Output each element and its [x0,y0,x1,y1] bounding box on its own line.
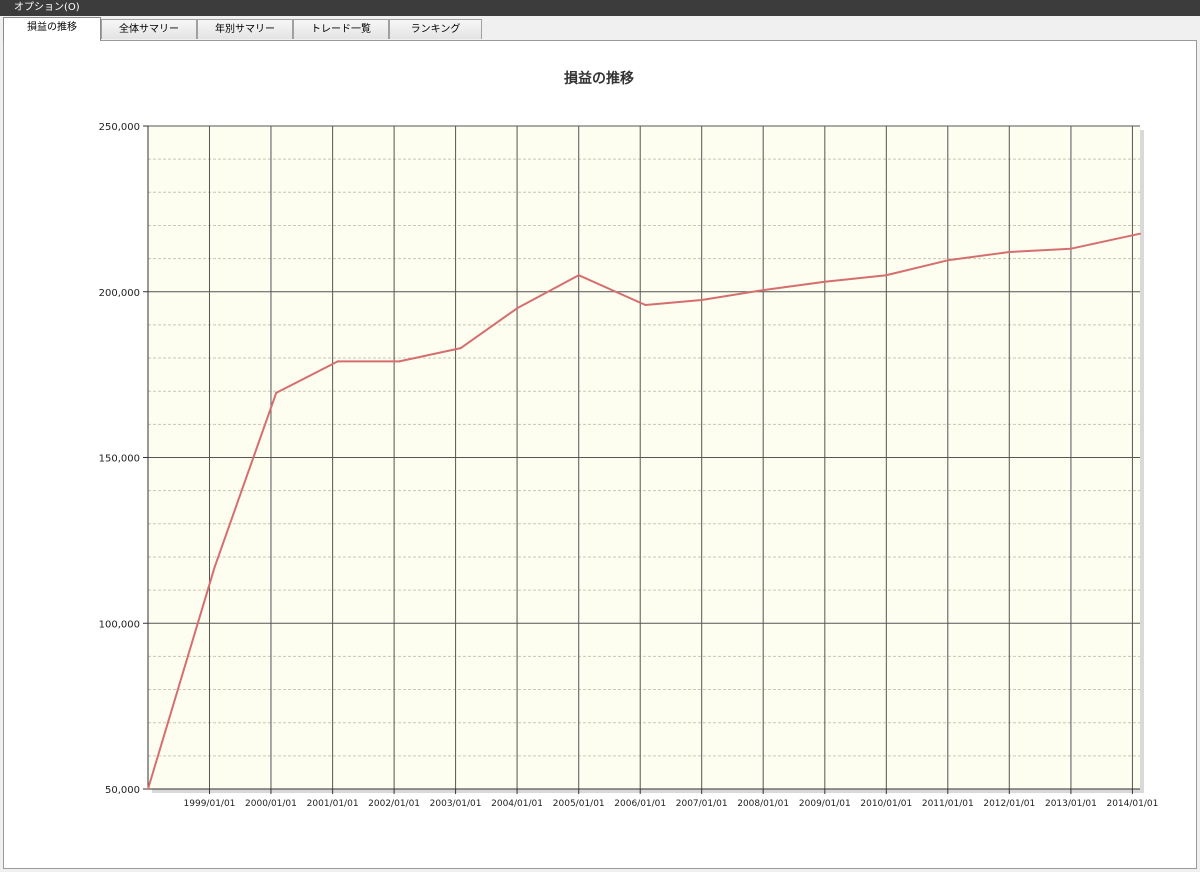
menu-bar: オプション(O) [0,0,1200,16]
data-point [946,259,949,262]
data-point [762,289,765,292]
y-tick-label: 200,000 [99,288,140,299]
x-tick-label: 2008/01/01 [737,799,789,809]
data-point [1008,250,1011,253]
menu-options[interactable]: オプション(O) [14,0,80,16]
x-tick-label: 1999/01/01 [184,799,236,809]
plot-area: 50,000 100,000 150,000 200,000 250,000 1999/0… [99,122,1159,809]
data-point [1139,232,1141,235]
tab-ranking[interactable]: ランキング [389,19,482,39]
x-tick-label: 2001/01/01 [307,799,359,809]
x-tick-label: 2004/01/01 [491,799,543,809]
x-tick-label: 2012/01/01 [983,799,1035,809]
data-point [147,788,149,790]
x-tick-label: 2002/01/01 [368,799,420,809]
x-tick-label: 2005/01/01 [553,799,605,809]
tab-yearly-summary[interactable]: 年別サマリー [197,19,293,39]
data-point [275,391,278,394]
y-tick-label: 150,000 [99,454,140,465]
data-point [885,274,888,277]
data-point [398,360,401,363]
x-tick-label: 2014/01/01 [1106,799,1158,809]
data-point [459,347,462,350]
x-tick-label: 2006/01/01 [614,799,666,809]
tab-trade-list[interactable]: トレード一覧 [293,19,389,39]
x-tick-label: 2010/01/01 [860,799,912,809]
data-point [577,274,580,277]
data-point [213,565,216,568]
x-tick-label: 2013/01/01 [1045,799,1097,809]
tab-strip: 損益の推移 全体サマリー 年別サマリー トレード一覧 ランキング [0,16,1200,41]
y-tick-label: 250,000 [99,122,140,133]
x-tick-label: 2009/01/01 [799,799,851,809]
tab-overall-summary[interactable]: 全体サマリー [101,19,197,39]
x-tick-label: 2011/01/01 [922,799,974,809]
data-point [823,280,826,283]
data-point [700,299,703,302]
data-point [516,307,519,310]
x-tick-label: 2000/01/01 [245,799,297,809]
x-tick-label: 2007/01/01 [676,799,728,809]
data-point [1069,247,1072,250]
tab-profit-trend[interactable]: 損益の推移 [3,17,101,41]
y-tick-label: 50,000 [105,785,140,796]
y-tick-label: 100,000 [99,619,140,630]
data-point [644,304,647,307]
data-point [336,360,339,363]
profit-chart: 損益の推移 50,000 100,000 150,000 200,000 250,000… [99,70,1159,809]
chart-title: 損益の推移 [564,70,634,87]
x-tick-label: 2003/01/01 [430,799,482,809]
chart-panel: 損益の推移 50,000 100,000 150,000 200,000 250,000… [3,40,1197,869]
